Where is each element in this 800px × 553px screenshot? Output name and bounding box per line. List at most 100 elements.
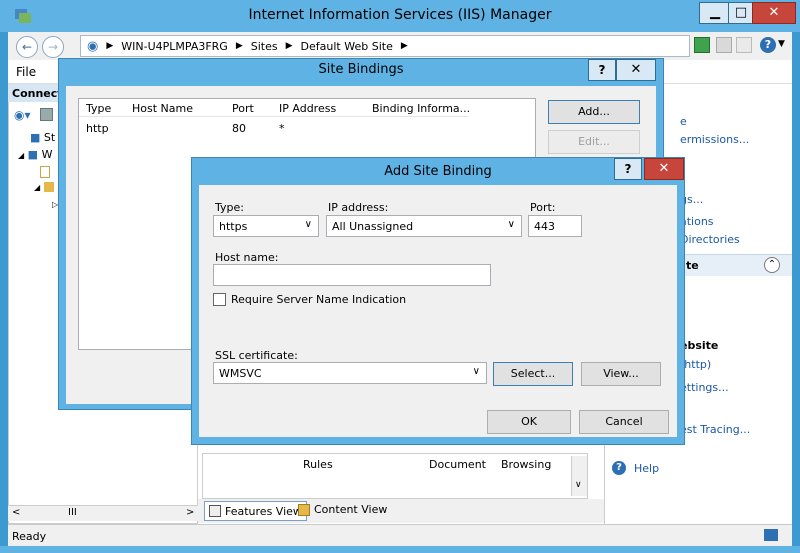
tree-item-start[interactable]: ■ St [30, 131, 55, 144]
minimize-button[interactable]: ▁ [699, 2, 731, 24]
chevron-down-icon: ∨ [304, 219, 312, 230]
save-icon[interactable] [40, 108, 53, 121]
type-select[interactable]: https ∨ [213, 215, 319, 237]
chevron-down-icon[interactable]: ▼ [778, 39, 785, 49]
tree-item-server[interactable]: ◢ ■ W [18, 148, 52, 161]
menu-file[interactable]: File [16, 65, 36, 79]
website-heading: ebsite [680, 339, 719, 352]
collapse-icon[interactable]: ⌃ [764, 257, 780, 273]
action-help[interactable]: Help [634, 462, 659, 475]
maximize-button[interactable]: □ [728, 2, 754, 24]
port-field[interactable]: 443 [528, 215, 582, 237]
app-pools-icon[interactable] [40, 166, 50, 178]
navigation-bar: ← → ◉ ▶ WIN-U4PLMPA3FRG ▶ Sites ▶ Defaul… [8, 32, 792, 60]
add-binding-close-button[interactable]: ✕ [644, 158, 684, 180]
ip-address-value: All Unassigned [332, 220, 414, 233]
sites-folder-icon[interactable] [44, 182, 54, 192]
ip-address-label: IP address: [328, 201, 389, 214]
server-icon: ■ [27, 148, 39, 161]
add-binding-button[interactable]: Add... [548, 100, 640, 124]
tab-content-view[interactable]: Content View [298, 503, 387, 516]
ssl-certificate-value: WMSVC [219, 367, 262, 380]
sni-label: Require Server Name Indication [231, 293, 407, 306]
tree-item-label: St [43, 131, 56, 144]
add-site-binding-title: Add Site Binding [384, 164, 492, 179]
feature-rules[interactable]: Rules [303, 458, 333, 471]
content-view-icon [298, 503, 310, 516]
address-bar[interactable]: ◉ ▶ WIN-U4PLMPA3FRG ▶ Sites ▶ Default We… [80, 35, 690, 57]
stop-icon[interactable] [716, 37, 732, 53]
binding-row-port[interactable]: 80 [232, 122, 246, 135]
tree-item-label: W [41, 148, 53, 161]
scroll-down-icon[interactable]: ∨ [575, 480, 582, 490]
view-tabs: Features View Content View [198, 499, 604, 523]
scroll-right-icon[interactable]: > [186, 507, 194, 518]
crumb-separator: ▶ [235, 41, 243, 51]
home-icon[interactable] [736, 37, 752, 53]
site-bindings-help-button[interactable]: ? [588, 59, 616, 81]
column-binding-information[interactable]: Binding Informa... [372, 102, 470, 115]
column-ip-address[interactable]: IP Address [279, 102, 336, 115]
chevron-down-icon: ∨ [507, 219, 515, 230]
expand-arrow-icon[interactable]: ◢ [34, 183, 40, 192]
status-bar: Ready [8, 524, 792, 546]
ip-address-select[interactable]: All Unassigned ∨ [326, 215, 522, 237]
cancel-button[interactable]: Cancel [579, 410, 669, 434]
action-advanced-settings[interactable]: ettings... [680, 381, 729, 394]
scroll-left-icon[interactable]: < [12, 507, 20, 518]
features-list: Rules Document Browsing ∨ [202, 453, 588, 499]
status-text: Ready [12, 530, 47, 543]
ssl-certificate-select[interactable]: WMSVC ∨ [213, 362, 487, 384]
column-port[interactable]: Port [232, 102, 254, 115]
close-button[interactable]: ✕ [752, 2, 796, 24]
help-icon[interactable]: ? [760, 37, 776, 53]
connect-globe-icon[interactable]: ◉▾ [14, 108, 31, 122]
ok-button[interactable]: OK [487, 410, 571, 434]
window-title: Internet Information Services (IIS) Mana… [248, 7, 552, 23]
port-label: Port: [530, 201, 556, 214]
tab-features-view[interactable]: Features View [204, 501, 307, 521]
sni-checkbox[interactable] [213, 293, 226, 306]
scroll-thumb-icon[interactable]: III [68, 507, 77, 518]
column-type[interactable]: Type [86, 102, 111, 115]
feature-document[interactable]: Document [429, 458, 486, 471]
refresh-icon[interactable] [694, 37, 710, 53]
help-circle-icon: ? [612, 461, 626, 475]
action-link-directories[interactable]: Directories [680, 233, 740, 246]
edit-binding-button[interactable]: Edit... [548, 130, 640, 154]
site-bindings-title: Site Bindings [318, 62, 404, 77]
action-failed-request-tracing[interactable]: est Tracing... [680, 423, 750, 436]
back-button[interactable]: ← [16, 36, 38, 58]
horizontal-scrollbar[interactable]: < III > [8, 505, 198, 521]
site-bindings-close-button[interactable]: ✕ [616, 59, 656, 81]
crumb-separator: ▶ [285, 41, 293, 51]
binding-row-type[interactable]: http [86, 122, 109, 135]
host-name-label: Host name: [215, 251, 279, 264]
tab-label: Content View [314, 503, 388, 516]
host-name-field[interactable] [213, 264, 491, 286]
crumb-sites[interactable]: Sites [251, 40, 278, 53]
add-binding-help-button[interactable]: ? [614, 158, 642, 180]
vertical-scrollbar[interactable]: ∨ [571, 456, 587, 496]
features-view-icon [209, 505, 221, 517]
binding-row-ip[interactable]: * [279, 122, 285, 135]
section-title: te [686, 259, 699, 272]
ssl-certificate-label: SSL certificate: [215, 349, 298, 362]
tab-label: Features View [225, 504, 302, 518]
action-link-applications[interactable]: ations [680, 215, 714, 228]
forward-button[interactable]: → [42, 36, 64, 58]
column-host-name[interactable]: Host Name [132, 102, 193, 115]
crumb-default-web-site[interactable]: Default Web Site [301, 40, 393, 53]
crumb-server[interactable]: WIN-U4PLMPA3FRG [121, 40, 228, 53]
action-link-e[interactable]: e [680, 115, 687, 128]
network-status-icon [764, 529, 778, 541]
feature-browsing[interactable]: Browsing [501, 458, 551, 471]
crumb-separator: ▶ [400, 41, 408, 51]
action-link-permissions[interactable]: ermissions... [680, 133, 749, 146]
view-certificate-button[interactable]: View... [581, 362, 661, 386]
select-certificate-button[interactable]: Select... [493, 362, 573, 386]
expand-arrow-icon: ◢ [18, 151, 25, 160]
globe-icon: ◉ [87, 38, 99, 54]
window-bottom-border [0, 546, 800, 553]
type-select-value: https [219, 220, 248, 233]
